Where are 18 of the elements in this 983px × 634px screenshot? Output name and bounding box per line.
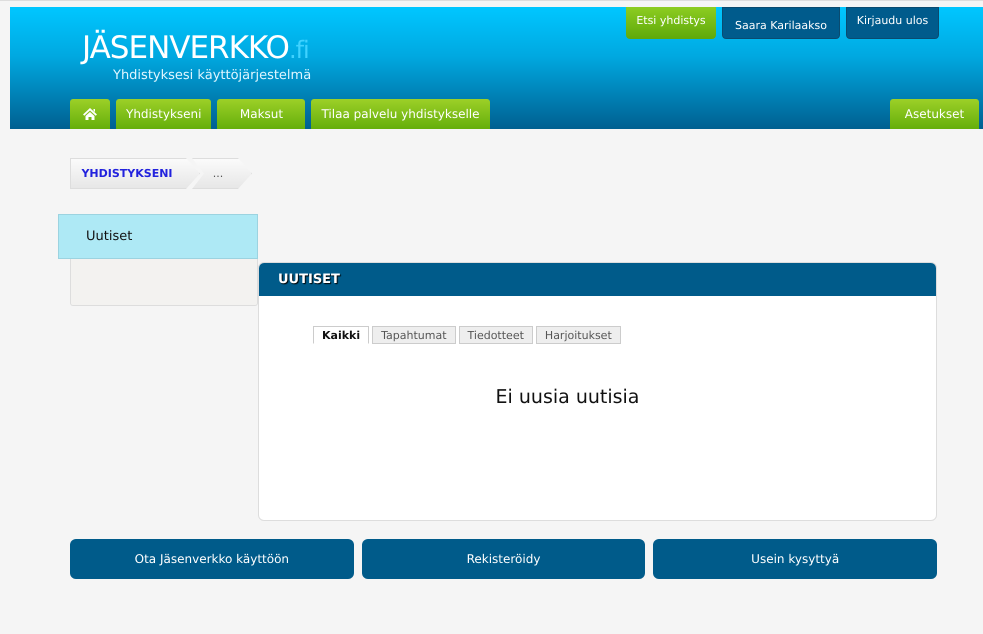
home-icon [82, 107, 98, 121]
logo-text: JÄSENVERKKO.fi [82, 31, 309, 67]
breadcrumb-item[interactable]: YHDISTYKSENI [70, 158, 200, 189]
empty-message: Ei uusia uutisia [496, 386, 640, 408]
footer-button[interactable]: Ota Jäsenverkko käyttöön [70, 539, 354, 579]
breadcrumb-item[interactable]: ... [192, 158, 252, 189]
filter-tab[interactable]: Tiedotteet [458, 326, 533, 344]
footer-button[interactable]: Rekisteröidy [362, 539, 646, 579]
side-menu-item[interactable]: Uutiset [58, 214, 258, 259]
logo-tagline: Yhdistyksesi käyttöjärjestelmä [113, 68, 312, 83]
footer-button[interactable]: Usein kysyttyä [653, 539, 938, 579]
header-link-button[interactable]: Kirjaudu ulos [846, 7, 939, 39]
home-button[interactable] [70, 99, 110, 129]
filter-tab[interactable]: Tapahtumat [372, 326, 456, 344]
filter-tab[interactable]: Kaikki [313, 326, 370, 344]
header-link-button[interactable]: Saara Karilaakso [722, 7, 840, 39]
filter-tab[interactable]: Harjoitukset [536, 326, 621, 344]
panel-title: UUTISET [278, 272, 340, 287]
